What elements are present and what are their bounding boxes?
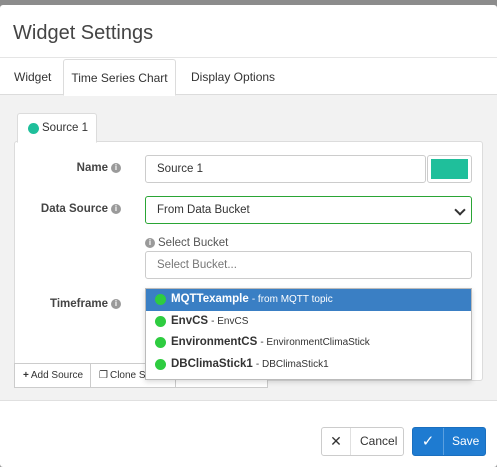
bucket-search-input[interactable]: Select Bucket... (145, 251, 472, 279)
bucket-option-name: EnvironmentCS (171, 336, 258, 348)
modal-title: Widget Settings (13, 22, 154, 44)
chevron-down-icon (454, 204, 466, 216)
plus-icon: + (23, 370, 29, 381)
info-icon: i (111, 299, 121, 309)
widget-settings-modal: Widget Settings Widget Time Series Chart… (0, 5, 497, 467)
cancel-button[interactable]: ✕ Cancel (321, 427, 404, 456)
status-dot-icon (155, 294, 166, 305)
timeframe-label-text: Timeframe (50, 298, 108, 310)
bucket-option[interactable]: DBClimaStick1 - DBClimaStick1 (146, 354, 471, 376)
save-button[interactable]: ✓ Save (412, 427, 486, 456)
select-bucket-hint: i Select Bucket (145, 237, 228, 249)
data-source-select[interactable]: From Data Bucket (145, 196, 472, 224)
status-dot-icon (155, 358, 166, 370)
name-label-text: Name (76, 162, 108, 174)
status-dot-icon (155, 337, 166, 348)
bucket-option-name: MQTTexample (171, 293, 249, 305)
color-swatch (431, 159, 468, 179)
bucket-option[interactable]: MQTTexample - from MQTT topic (146, 289, 471, 311)
bucket-option-desc: - DBClimaStick1 (255, 358, 329, 370)
bucket-option-desc: - EnvironmentClimaStick (260, 337, 370, 348)
data-source-label: Data Source i (20, 203, 121, 215)
bucket-dropdown: MQTTexample - from MQTT topic EnvCS - En… (145, 288, 472, 380)
copy-icon: ❐ (99, 370, 108, 381)
bucket-option-name: EnvCS (171, 314, 209, 327)
tab-widget[interactable]: Widget (14, 59, 51, 95)
bucket-option-desc: - EnvCS (211, 315, 249, 327)
settings-tabs: Widget Time Series Chart Display Options (0, 59, 497, 96)
select-bucket-hint-text: Select Bucket (158, 237, 229, 249)
data-source-label-text: Data Source (40, 203, 108, 215)
add-source-button[interactable]: + Add Source (14, 363, 91, 388)
source-color-dot (28, 123, 39, 134)
source-tab[interactable]: Source 1 (17, 113, 97, 143)
bucket-option-desc: - from MQTT topic (251, 294, 333, 305)
tab-display-options[interactable]: Display Options (191, 59, 275, 95)
name-label: Name i (40, 162, 121, 174)
bucket-option-name: DBClimaStick1 (171, 357, 253, 370)
title-divider (0, 57, 497, 58)
source-tab-label: Source 1 (42, 122, 89, 134)
timeframe-label: Timeframe i (30, 298, 121, 310)
status-dot-icon (155, 315, 166, 327)
tab-time-series-chart[interactable]: Time Series Chart (63, 59, 176, 96)
info-icon: i (111, 163, 121, 173)
save-label: Save (452, 434, 480, 448)
info-icon: i (145, 238, 155, 248)
color-picker[interactable] (427, 155, 472, 183)
data-source-value: From Data Bucket (157, 204, 250, 216)
close-icon: ✕ (322, 428, 351, 455)
bucket-option[interactable]: EnvCS - EnvCS (146, 311, 471, 333)
info-icon: i (111, 204, 121, 214)
bucket-option[interactable]: EnvironmentCS - EnvironmentClimaStick (146, 332, 471, 354)
cancel-label: Cancel (360, 434, 398, 448)
name-input[interactable]: Source 1 (145, 155, 426, 183)
add-source-label: Add Source (30, 370, 84, 381)
check-icon: ✓ (413, 428, 444, 455)
